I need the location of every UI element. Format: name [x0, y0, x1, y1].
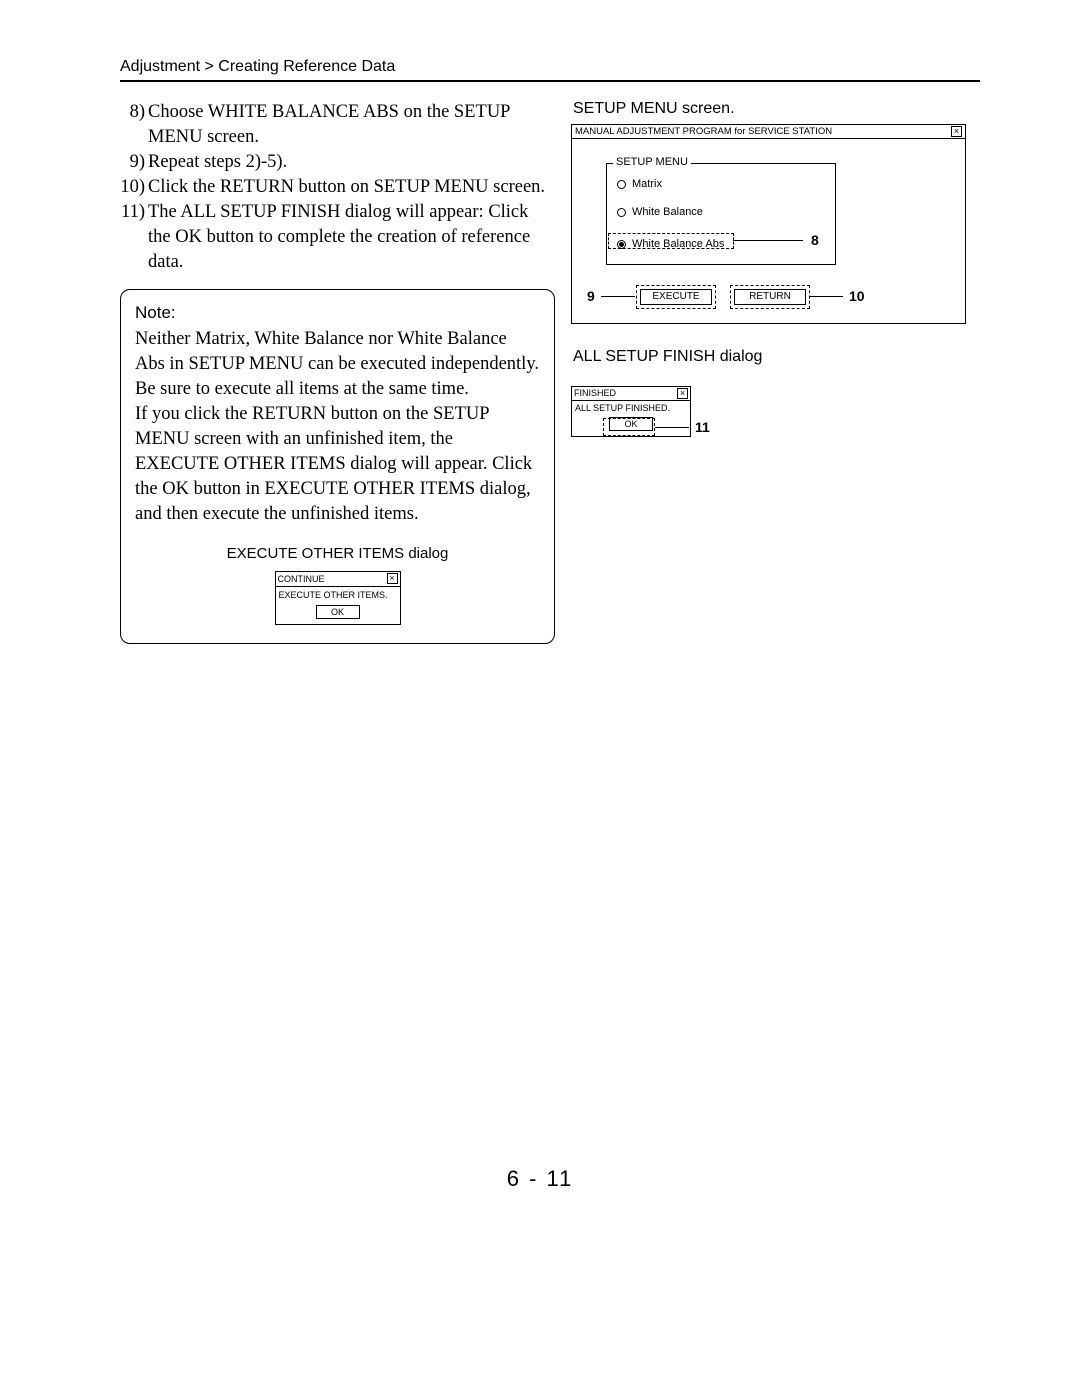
radio-label: Matrix [632, 178, 662, 190]
page: Adjustment > Creating Reference Data 8) … [0, 0, 1080, 1397]
step-number: 8) [120, 100, 148, 150]
radio-icon [617, 180, 626, 189]
close-icon[interactable]: × [677, 388, 688, 399]
dialog-message: ALL SETUP FINISHED. [575, 403, 687, 413]
setup-menu-window: MANUAL ADJUSTMENT PROGRAM for SERVICE ST… [571, 124, 966, 324]
dialog-message: EXECUTE OTHER ITEMS. [279, 589, 397, 601]
dialog-title: FINISHED [574, 388, 616, 399]
radio-label: White Balance Abs [632, 238, 724, 250]
callout-10: 10 [849, 288, 865, 304]
dialog-body: EXECUTE OTHER ITEMS. OK [276, 587, 400, 624]
left-column: 8) Choose WHITE BALANCE ABS on the SETUP… [120, 100, 565, 644]
radio-icon [617, 208, 626, 217]
step-8: 8) Choose WHITE BALANCE ABS on the SETUP… [120, 100, 555, 150]
radio-white-balance[interactable]: White Balance [617, 206, 703, 218]
header-rule [120, 80, 980, 82]
step-9: 9) Repeat steps 2)-5). [120, 150, 555, 175]
step-text: Repeat steps 2)-5). [148, 150, 555, 175]
step-number: 10) [120, 175, 148, 200]
callout-line-8 [733, 240, 803, 241]
steps-list: 8) Choose WHITE BALANCE ABS on the SETUP… [120, 100, 555, 275]
window-title: MANUAL ADJUSTMENT PROGRAM for SERVICE ST… [575, 126, 832, 137]
radio-icon [617, 240, 626, 249]
step-10: 10) Click the RETURN button on SETUP MEN… [120, 175, 555, 200]
radio-label: White Balance [632, 206, 703, 218]
callout-highlight-return [730, 285, 810, 309]
close-icon[interactable]: × [387, 573, 398, 584]
step-text: The ALL SETUP FINISH dialog will appear:… [148, 200, 555, 275]
note-box: Note: Neither Matrix, White Balance nor … [120, 289, 555, 644]
step-11: 11) The ALL SETUP FINISH dialog will app… [120, 200, 555, 275]
dialog-titlebar: CONTINUE × [276, 572, 400, 587]
callout-highlight-execute [636, 285, 716, 309]
callout-line-11 [655, 427, 689, 428]
right-column: SETUP MENU screen. MANUAL ADJUSTMENT PRO… [565, 100, 980, 437]
note-heading: Note: [135, 302, 540, 325]
callout-8: 8 [811, 232, 819, 248]
eoi-caption: EXECUTE OTHER ITEMS dialog [135, 544, 540, 564]
finish-dialog-figure: FINISHED × ALL SETUP FINISHED. OK 11 [571, 386, 771, 437]
radio-matrix[interactable]: Matrix [617, 178, 662, 190]
ok-button[interactable]: OK [316, 605, 360, 619]
eoi-dialog: CONTINUE × EXECUTE OTHER ITEMS. OK [275, 571, 401, 625]
step-number: 9) [120, 150, 148, 175]
two-column-layout: 8) Choose WHITE BALANCE ABS on the SETUP… [120, 100, 980, 644]
note-paragraph-2: If you click the RETURN button on the SE… [135, 402, 540, 527]
execute-other-items-figure: EXECUTE OTHER ITEMS dialog CONTINUE × EX… [135, 544, 540, 625]
step-text: Click the RETURN button on SETUP MENU sc… [148, 175, 555, 200]
step-number: 11) [120, 200, 148, 275]
finish-dialog-caption: ALL SETUP FINISH dialog [573, 348, 980, 366]
callout-line-9 [601, 296, 635, 297]
callout-highlight-ok [603, 418, 655, 436]
fieldset-legend: SETUP MENU [613, 156, 691, 168]
radio-white-balance-abs[interactable]: White Balance Abs [617, 238, 724, 250]
callout-11: 11 [695, 419, 710, 435]
callout-9: 9 [587, 288, 595, 304]
breadcrumb: Adjustment > Creating Reference Data [120, 58, 980, 76]
page-number: 6 - 11 [0, 1166, 1080, 1192]
dialog-title: CONTINUE [278, 573, 325, 585]
dialog-titlebar: FINISHED × [572, 387, 690, 401]
setup-menu-caption: SETUP MENU screen. [573, 100, 980, 118]
setup-menu-fieldset: SETUP MENU Matrix White Balance White Ba… [606, 163, 836, 265]
window-titlebar: MANUAL ADJUSTMENT PROGRAM for SERVICE ST… [572, 125, 965, 139]
note-paragraph-1: Neither Matrix, White Balance nor White … [135, 327, 540, 402]
callout-line-10 [809, 296, 843, 297]
step-text: Choose WHITE BALANCE ABS on the SETUP ME… [148, 100, 555, 150]
setup-menu-figure: MANUAL ADJUSTMENT PROGRAM for SERVICE ST… [571, 124, 966, 324]
close-icon[interactable]: × [951, 126, 962, 137]
